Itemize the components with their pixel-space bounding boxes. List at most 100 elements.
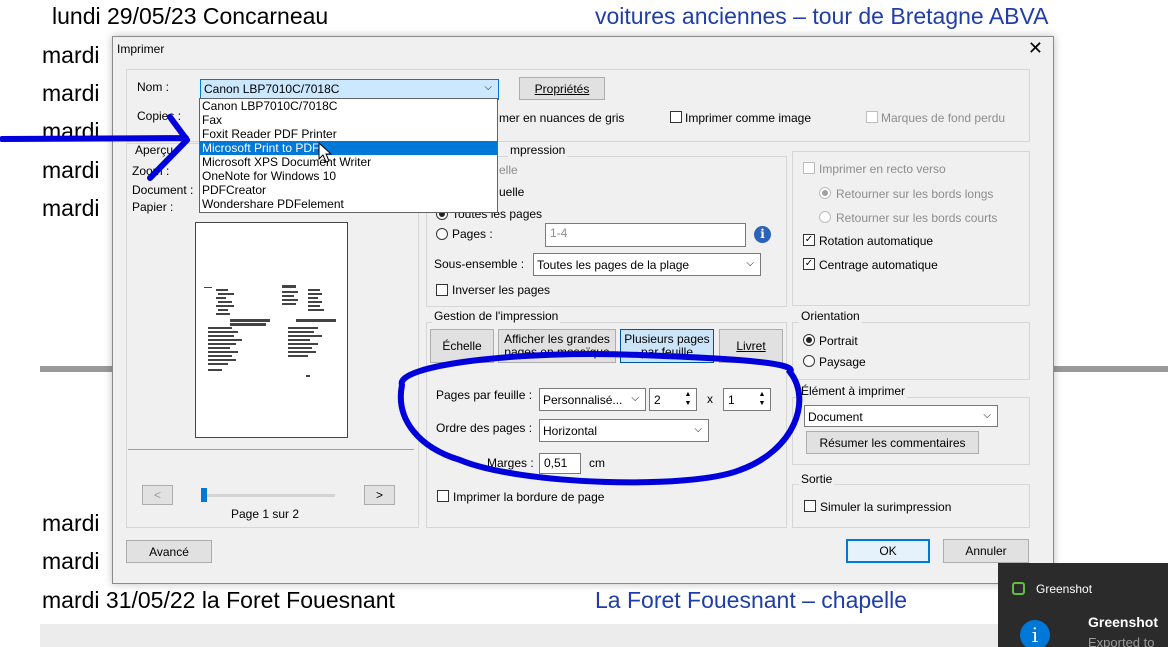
doc-line-top-left: lundi 29/05/23 Concarneau <box>52 3 329 29</box>
close-icon[interactable]: ✕ <box>1028 38 1043 59</box>
auto-rotate-label: Rotation automatique <box>819 234 934 248</box>
printer-option[interactable]: Wondershare PDFelement <box>200 197 497 211</box>
output-legend: Sortie <box>799 472 835 486</box>
columns-stepper[interactable]: 2 ▲ ▼ <box>649 388 697 411</box>
notification-toast[interactable]: Greenshot i Greenshot Exported to <box>998 563 1168 647</box>
printer-option[interactable]: PDFCreator <box>200 183 497 197</box>
stepper-arrows-icon[interactable]: ▲ ▼ <box>755 390 769 408</box>
simulate-overprint-label: Simuler la surimpression <box>820 500 952 514</box>
columns-value: 2 <box>654 393 661 407</box>
current-page-label: uelle <box>499 185 525 199</box>
doc-line-mardi: mardi <box>42 548 100 574</box>
printer-option[interactable]: Microsoft XPS Document Writer <box>200 155 497 169</box>
doc-line-bottom-right: La Foret Fouesnant – chapelle <box>595 587 907 613</box>
margins-input[interactable]: 0,51 <box>539 453 581 474</box>
doc-line-bottom-left: mardi 31/05/22 la Foret Fouesnant <box>42 587 395 613</box>
preview-label: Aperçu <box>135 143 174 157</box>
sizing-group-legend: Gestion de l'impression <box>432 309 561 323</box>
toast-app-name: Greenshot <box>1036 582 1093 596</box>
properties-button[interactable]: Propriétés <box>519 77 605 100</box>
pages-per-sheet-label: Pages par feuille : <box>436 388 533 402</box>
page-slider-track <box>203 494 335 497</box>
pages-label: Pages : <box>452 227 493 241</box>
next-page-button[interactable]: > <box>364 485 395 505</box>
duplex-label: Imprimer en recto verso <box>819 162 946 176</box>
rows-stepper[interactable]: 1 ▲ ▼ <box>723 388 771 411</box>
landscape-radio[interactable] <box>803 355 815 367</box>
prev-page-button[interactable]: < <box>142 485 173 505</box>
printer-name-label: Nom : <box>137 80 170 94</box>
page-info: Page 1 sur 2 <box>231 507 300 521</box>
simulate-overprint-checkbox[interactable] <box>804 500 816 512</box>
long-edge-radio[interactable] <box>819 187 831 199</box>
grayscale-label: mer en nuances de gris <box>499 111 625 125</box>
chevron-down-icon: ⌵ <box>694 424 702 435</box>
toast-message: Exported to <box>1088 635 1155 647</box>
bleed-label: Marques de fond perdu <box>881 111 1006 125</box>
doc-line-mardi: mardi <box>42 80 100 106</box>
printer-option-highlighted[interactable]: Microsoft Print to PDF <box>200 141 497 155</box>
print-preview <box>195 222 348 438</box>
ok-button[interactable]: OK <box>846 539 930 563</box>
pages-per-sheet-value: Personnalisé... <box>543 393 623 407</box>
paper-label: Papier : <box>132 200 174 214</box>
portrait-radio[interactable] <box>803 334 815 346</box>
printer-option[interactable]: Fax <box>200 113 497 127</box>
image-checkbox[interactable] <box>670 111 682 123</box>
element-select[interactable]: Document ⌵ <box>804 405 998 427</box>
subset-value: Toutes les pages de la plage <box>537 258 690 272</box>
chevron-down-icon: ⌵ <box>746 258 754 269</box>
doc-line-top-right: voitures anciennes – tour de Bretagne AB… <box>595 3 1049 29</box>
pages-radio[interactable] <box>436 228 448 240</box>
cancel-button[interactable]: Annuler <box>943 539 1029 563</box>
doc-line-mardi: mardi <box>42 118 100 144</box>
chevron-down-icon: ⌵ <box>484 82 492 93</box>
subset-label: Sous-ensemble : <box>434 257 525 271</box>
pages-range-input[interactable]: 1-4 <box>545 223 746 247</box>
doc-line-mardi: mardi <box>42 42 100 68</box>
page-order-select[interactable]: Horizontal ⌵ <box>539 419 709 442</box>
element-legend: Élément à imprimer <box>799 384 908 398</box>
pages-per-sheet-select[interactable]: Personnalisé... ⌵ <box>539 388 646 411</box>
short-edge-radio[interactable] <box>819 211 831 223</box>
page-order-value: Horizontal <box>543 424 598 438</box>
printer-option[interactable]: Foxit Reader PDF Printer <box>200 127 497 141</box>
printer-select[interactable]: Canon LBP7010C/7018C ⌵ <box>200 79 499 100</box>
summarize-comments-button[interactable]: Résumer les commentaires <box>806 431 979 454</box>
info-icon[interactable]: i <box>754 226 771 243</box>
booklet-button[interactable]: Livret <box>719 329 783 363</box>
multiple-pages-button[interactable]: Plusieurs pages par feuille <box>620 329 714 363</box>
dialog-title: Imprimer <box>117 42 165 56</box>
page-slider-thumb[interactable] <box>201 488 207 502</box>
poster-button[interactable]: Afficher les grandes pages en mosaïque <box>498 329 616 363</box>
doc-line-mardi: mardi <box>42 510 100 536</box>
printer-dropdown-list[interactable]: Canon LBP7010C/7018C Fax Foxit Reader PD… <box>199 98 498 213</box>
auto-center-checkbox[interactable]: ✓ <box>803 258 815 270</box>
reverse-pages-checkbox[interactable] <box>436 284 448 296</box>
toast-title: Greenshot <box>1088 614 1159 630</box>
doc-line-mardi: mardi <box>42 157 100 183</box>
portrait-label: Portrait <box>819 334 858 348</box>
printer-option[interactable]: Canon LBP7010C/7018C <box>200 99 497 113</box>
page-border-checkbox[interactable] <box>437 490 449 502</box>
long-edge-label: Retourner sur les bords longs <box>836 187 994 201</box>
short-edge-label: Retourner sur les bords courts <box>836 211 998 225</box>
landscape-label: Paysage <box>819 355 866 369</box>
image-label: Imprimer comme image <box>685 111 812 125</box>
printer-option[interactable]: OneNote for Windows 10 <box>200 169 497 183</box>
subset-select[interactable]: Toutes les pages de la plage ⌵ <box>533 253 761 276</box>
auto-rotate-checkbox[interactable]: ✓ <box>803 234 815 246</box>
document-label: Document : <box>132 183 194 197</box>
current-view-label: elle <box>499 163 518 177</box>
pages-group-legend: mpression <box>508 143 568 157</box>
scale-button[interactable]: Échelle <box>430 329 494 363</box>
chevron-down-icon: ⌵ <box>631 393 639 404</box>
page-border-label: Imprimer la bordure de page <box>453 490 605 504</box>
advanced-button[interactable]: Avancé <box>126 540 212 563</box>
chevron-down-icon: ⌵ <box>983 410 991 421</box>
duplex-checkbox[interactable] <box>803 162 815 174</box>
preview-thumbnail-graphic <box>204 285 336 377</box>
stepper-arrows-icon[interactable]: ▲ ▼ <box>681 390 695 408</box>
orientation-legend: Orientation <box>799 309 862 323</box>
bleed-checkbox[interactable] <box>866 111 878 123</box>
